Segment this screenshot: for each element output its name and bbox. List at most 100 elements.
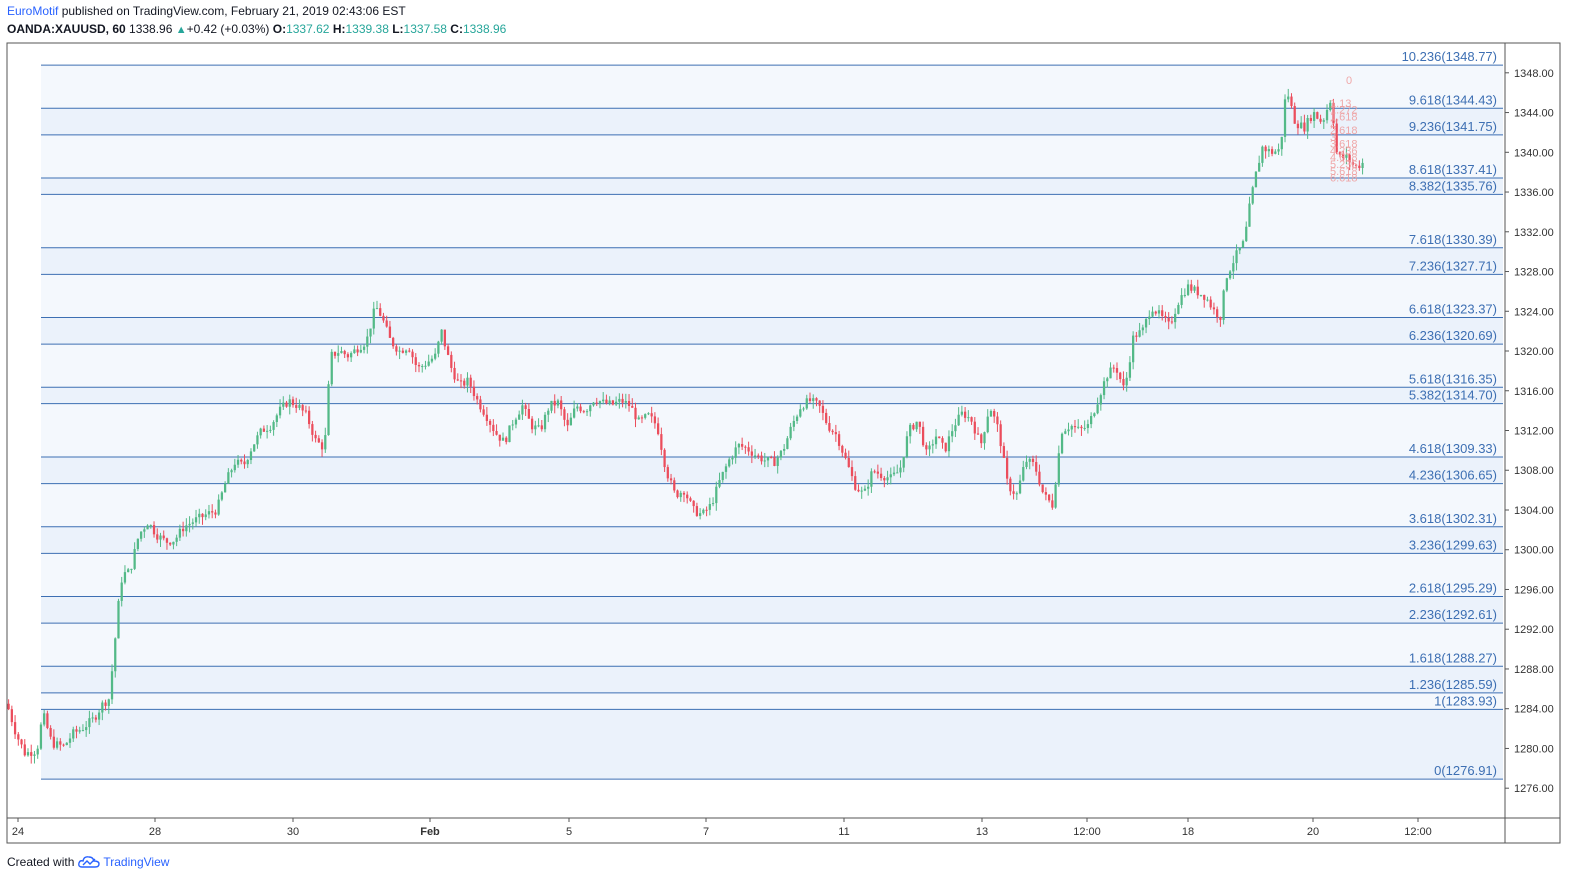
fib-zone [41, 483, 1503, 527]
candle-body [537, 425, 540, 427]
fib-label: 10.236(1348.77) [1402, 49, 1497, 64]
candle-body [799, 409, 802, 417]
candle-body [278, 406, 282, 416]
candle-body [81, 730, 85, 732]
candle-body [792, 420, 795, 427]
candle-body [737, 443, 741, 448]
candle-body [282, 402, 285, 407]
candle-body [647, 413, 650, 415]
candle-body [272, 422, 275, 430]
candle-body [947, 436, 951, 452]
candle-body [944, 442, 947, 452]
candle-body [1258, 162, 1261, 172]
candle-body [369, 328, 372, 337]
candle-body [660, 434, 663, 450]
candle-body [1135, 335, 1138, 337]
price-axis[interactable]: 1276.00 1280.00 1284.00 1288.00 1292.00 1296.… [1505, 68, 1554, 795]
candle-body [350, 353, 353, 358]
candle-body [837, 434, 841, 446]
candle-body [1102, 381, 1106, 396]
candle-body [1225, 278, 1228, 291]
candle-body [1099, 395, 1102, 405]
fib-label: 0(1276.91) [1434, 763, 1497, 778]
candle-body [1086, 424, 1090, 428]
fib-zone [41, 108, 1503, 135]
candle-body [776, 457, 779, 466]
candle-body [327, 384, 330, 436]
candle-body [1235, 250, 1238, 264]
candle-body [808, 398, 812, 401]
candle-body [1167, 317, 1170, 322]
candle-body [1254, 171, 1258, 188]
candle-body [915, 421, 918, 430]
candle-body [59, 741, 62, 745]
candle-body [905, 436, 909, 457]
candle-body [1054, 484, 1057, 508]
candle-body [207, 511, 211, 515]
candle-body [921, 426, 925, 446]
candle-body [676, 490, 679, 498]
candle-body [379, 308, 382, 316]
candle-body [375, 308, 379, 310]
candle-body [1216, 309, 1219, 318]
candle-body [1267, 149, 1270, 152]
candle-body [288, 399, 291, 407]
candle-body [311, 424, 314, 435]
candle-body [1115, 368, 1119, 373]
candle-body [1222, 290, 1225, 320]
candle-body [850, 467, 854, 477]
candle-body [970, 417, 973, 422]
time-tick-label: 7 [703, 826, 709, 838]
price-tick-label: 1292.00 [1514, 624, 1554, 636]
time-axis[interactable]: 24 28 30 Feb 5 7 11 13 12:00 18 20 12:00 [12, 818, 1432, 838]
fib-label: 5.382(1314.70) [1409, 388, 1497, 403]
candle-body [511, 424, 514, 426]
candle-body [863, 488, 867, 491]
candle-body [825, 412, 828, 424]
candle-body [94, 717, 97, 720]
candle-body [43, 713, 46, 725]
footer: Created with TradingView [7, 855, 169, 869]
candle-body [795, 416, 799, 421]
price-tick-label: 1316.00 [1514, 386, 1554, 398]
candle-body [699, 513, 702, 516]
candle-body [1164, 315, 1167, 318]
price-tick-label: 1308.00 [1514, 465, 1554, 477]
price-tick-label: 1332.00 [1514, 227, 1554, 239]
candle-body [1073, 426, 1077, 428]
price-tick-label: 1344.00 [1514, 108, 1554, 120]
candle-body [7, 703, 10, 710]
candle-body [783, 448, 786, 451]
candle-body [663, 449, 666, 468]
candle-body [766, 457, 770, 461]
candle-body [841, 445, 844, 453]
fib-label: 9.236(1341.75) [1409, 119, 1497, 134]
candle-body [1325, 110, 1329, 121]
candle-body [1277, 149, 1280, 152]
candle-body [482, 409, 485, 415]
candle-body [223, 483, 227, 493]
fib-label: 7.236(1327.71) [1409, 258, 1497, 273]
candle-body [728, 459, 731, 467]
candle-body [1232, 263, 1235, 272]
candle-body [253, 444, 256, 452]
candle-body [744, 446, 747, 448]
candle-body [356, 349, 359, 353]
price-chart[interactable]: 0(1276.91) 1(1283.93)1.236(1285.59) 1.618(… [0, 0, 1588, 892]
candle-body [1122, 379, 1125, 386]
tradingview-brand-link[interactable]: TradingView [103, 855, 169, 869]
candle-body [867, 486, 870, 489]
candle-body [446, 346, 450, 355]
candle-body [395, 346, 398, 352]
candle-body [236, 459, 240, 465]
candle-body [1038, 471, 1041, 485]
fib-zone [41, 274, 1503, 318]
candle-body [640, 417, 644, 419]
candle-body [104, 702, 107, 706]
candle-body [1057, 453, 1060, 485]
candle-body [198, 513, 201, 518]
candle-body [747, 447, 750, 452]
price-tick-label: 1280.00 [1514, 743, 1554, 755]
candle-body [298, 405, 301, 408]
candle-body [314, 434, 317, 439]
